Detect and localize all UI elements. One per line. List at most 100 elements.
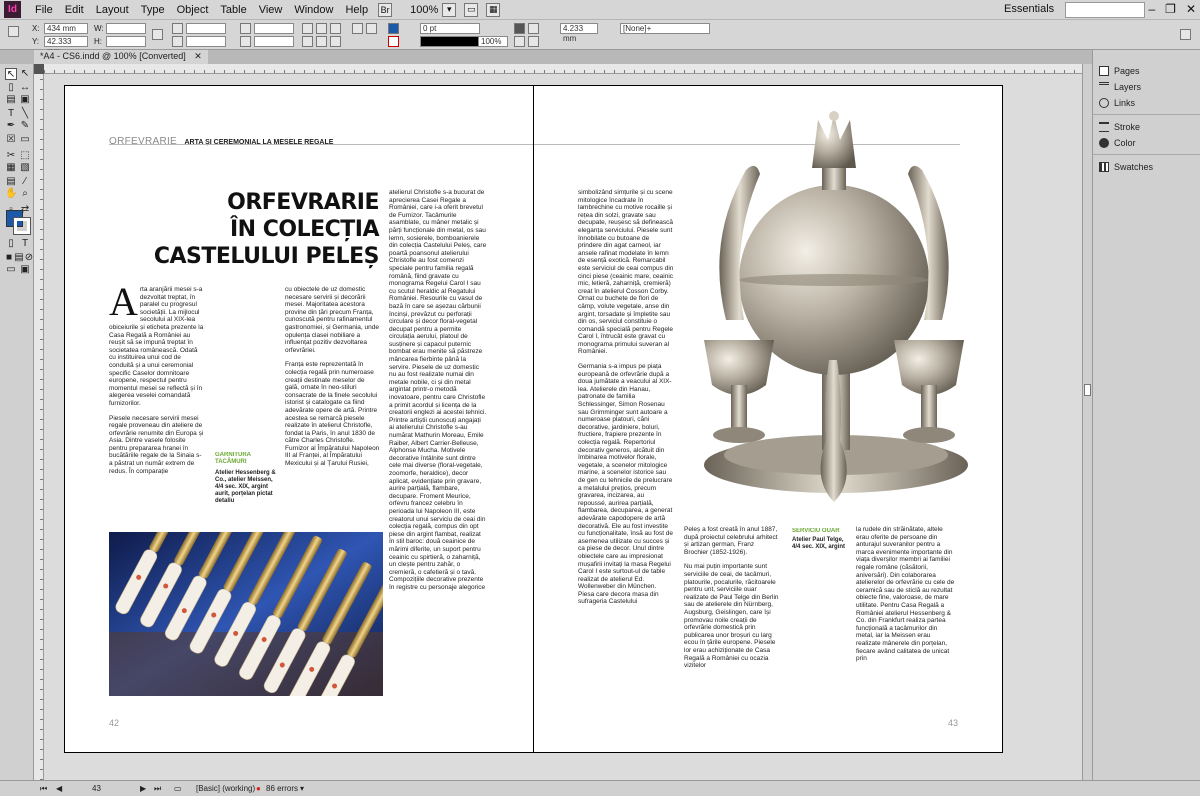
- select-next-icon[interactable]: [366, 23, 377, 34]
- wrap-shape-icon[interactable]: [514, 36, 525, 47]
- help-search-input[interactable]: [1065, 2, 1145, 18]
- content-collector-icon[interactable]: ▤: [5, 94, 17, 106]
- last-page-icon[interactable]: ⏭: [154, 784, 161, 794]
- w-field[interactable]: [106, 23, 146, 34]
- pen-tool-icon[interactable]: ✒: [5, 120, 17, 132]
- panel-layers[interactable]: Layers: [1099, 82, 1141, 92]
- flip-h-icon[interactable]: [330, 23, 341, 34]
- note-tool-icon[interactable]: ▤: [5, 176, 17, 188]
- panel-links[interactable]: Links: [1099, 98, 1135, 108]
- right-column-2[interactable]: Peleș a fost creată în anul 1887, după p…: [684, 526, 780, 712]
- page-43[interactable]: simbolizând simțurile și cu scene mitolo…: [533, 85, 1003, 753]
- shear-icon[interactable]: [240, 36, 251, 47]
- free-transform-tool-icon[interactable]: ⬚: [19, 150, 31, 162]
- object-style-dropdown[interactable]: [None]+: [620, 23, 710, 34]
- rectangle-tool-icon[interactable]: ▭: [19, 134, 31, 146]
- select-container-icon[interactable]: [302, 36, 313, 47]
- zoom-level[interactable]: 100%: [410, 4, 438, 16]
- hand-tool-icon[interactable]: ✋: [5, 188, 17, 200]
- menu-type[interactable]: Type: [135, 4, 171, 16]
- preflight-profile[interactable]: [Basic] (working): [196, 784, 255, 793]
- gradient-feather-tool-icon[interactable]: ▧: [19, 162, 31, 174]
- reference-point-icon[interactable]: [8, 26, 19, 37]
- menu-help[interactable]: Help: [339, 4, 374, 16]
- scrollbar-thumb[interactable]: [1084, 384, 1091, 396]
- x-field[interactable]: 434 mm: [44, 23, 88, 34]
- panel-stroke[interactable]: Stroke: [1099, 122, 1140, 132]
- line-tool-icon[interactable]: ╲: [19, 108, 31, 120]
- fill-swatch[interactable]: [388, 23, 399, 34]
- right-column-1[interactable]: simbolizând simțurile și cu scene mitolo…: [578, 189, 674, 712]
- gap-tool-icon[interactable]: ↔: [19, 82, 31, 94]
- wrap-none-icon[interactable]: [514, 23, 525, 34]
- select-prev-icon[interactable]: [352, 23, 363, 34]
- formatting-text-icon[interactable]: T: [19, 238, 31, 250]
- open-page-icon[interactable]: ▭: [174, 784, 182, 793]
- stroke-weight-field[interactable]: 0 pt: [420, 23, 480, 34]
- menu-window[interactable]: Window: [288, 4, 339, 16]
- panel-pages[interactable]: Pages: [1099, 66, 1140, 76]
- selection-tool-icon[interactable]: ↖: [5, 68, 17, 80]
- opacity-field[interactable]: 100%: [478, 36, 508, 47]
- vertical-ruler[interactable]: [34, 74, 44, 780]
- tab-close-icon[interactable]: ✕: [194, 51, 202, 61]
- scale-x-icon[interactable]: [172, 23, 183, 34]
- panel-menu-icon[interactable]: [1180, 29, 1191, 40]
- cutlery-photo[interactable]: [109, 532, 383, 696]
- bridge-icon[interactable]: Br: [378, 2, 393, 17]
- menu-view[interactable]: View: [253, 4, 289, 16]
- left-column-3[interactable]: atelierul Christofle s-a bucurat de apre…: [389, 189, 487, 709]
- h-field[interactable]: [106, 36, 146, 47]
- gradient-swatch-tool-icon[interactable]: ▦: [5, 162, 17, 174]
- formatting-container-icon[interactable]: ▯: [5, 238, 17, 250]
- right-column-3[interactable]: la rudele din străinătate, altele erau o…: [856, 526, 956, 712]
- rotate-cw-icon[interactable]: [302, 23, 313, 34]
- menu-edit[interactable]: Edit: [59, 4, 90, 16]
- scale-y-field[interactable]: [186, 36, 226, 47]
- panel-color[interactable]: Color: [1099, 138, 1136, 148]
- screen-mode-icon[interactable]: ▭: [464, 2, 479, 17]
- preflight-menu-icon[interactable]: ▾: [300, 784, 304, 793]
- page-tool-icon[interactable]: ▯: [5, 82, 17, 94]
- page-number-field[interactable]: 43: [92, 784, 101, 793]
- scissors-tool-icon[interactable]: ✂: [5, 150, 17, 162]
- close-icon[interactable]: ✕: [1186, 2, 1196, 16]
- stroke-type-dropdown[interactable]: [420, 36, 480, 47]
- menu-file[interactable]: File: [29, 4, 59, 16]
- select-content-icon[interactable]: [316, 36, 327, 47]
- type-tool-icon[interactable]: T: [5, 108, 17, 120]
- rotate-icon[interactable]: [240, 23, 251, 34]
- menu-table[interactable]: Table: [214, 4, 252, 16]
- constrain-proportions-icon[interactable]: [152, 29, 163, 40]
- menu-object[interactable]: Object: [171, 4, 215, 16]
- wrap-bbox-icon[interactable]: [528, 23, 539, 34]
- size-field[interactable]: 4.233 mm: [560, 23, 598, 43]
- direct-selection-tool-icon[interactable]: ↖: [19, 68, 31, 80]
- first-page-icon[interactable]: ⏮: [40, 784, 47, 794]
- zoom-tool-icon[interactable]: ⌕: [19, 188, 31, 200]
- wrap-jump-icon[interactable]: [528, 36, 539, 47]
- scale-y-icon[interactable]: [172, 36, 183, 47]
- left-column-2[interactable]: cu obiectele de uz domestic necesare ser…: [285, 286, 380, 512]
- rectangle-frame-tool-icon[interactable]: ☒: [5, 134, 17, 146]
- vertical-scrollbar[interactable]: [1082, 64, 1092, 780]
- restore-icon[interactable]: ❐: [1165, 2, 1176, 16]
- minimize-icon[interactable]: –: [1148, 2, 1155, 16]
- pencil-tool-icon[interactable]: ✎: [19, 120, 31, 132]
- stroke-swatch[interactable]: [388, 36, 399, 47]
- left-column-1[interactable]: A rta aranjării mesei s-a dezvoltat trep…: [109, 286, 204, 521]
- scale-x-field[interactable]: [186, 23, 226, 34]
- content-placer-icon[interactable]: ▣: [19, 94, 31, 106]
- eyedropper-tool-icon[interactable]: ⁄: [19, 176, 31, 188]
- menu-layout[interactable]: Layout: [90, 4, 135, 16]
- arrange-documents-icon[interactable]: ▦: [486, 2, 501, 17]
- horizontal-ruler[interactable]: [44, 64, 1082, 74]
- next-page-icon[interactable]: ▶: [140, 784, 146, 793]
- document-tab[interactable]: *A4 - CS6.indd @ 100% [Converted] ✕: [34, 50, 208, 64]
- flip-v-icon[interactable]: [330, 36, 341, 47]
- preview-mode-icon[interactable]: ▣: [19, 264, 31, 276]
- y-field[interactable]: 42.333 mm: [44, 36, 88, 56]
- workspace-switcher[interactable]: Essentials: [1004, 3, 1054, 15]
- silver-egg-service-photo[interactable]: [684, 110, 984, 510]
- prev-page-icon[interactable]: ◀: [56, 784, 62, 793]
